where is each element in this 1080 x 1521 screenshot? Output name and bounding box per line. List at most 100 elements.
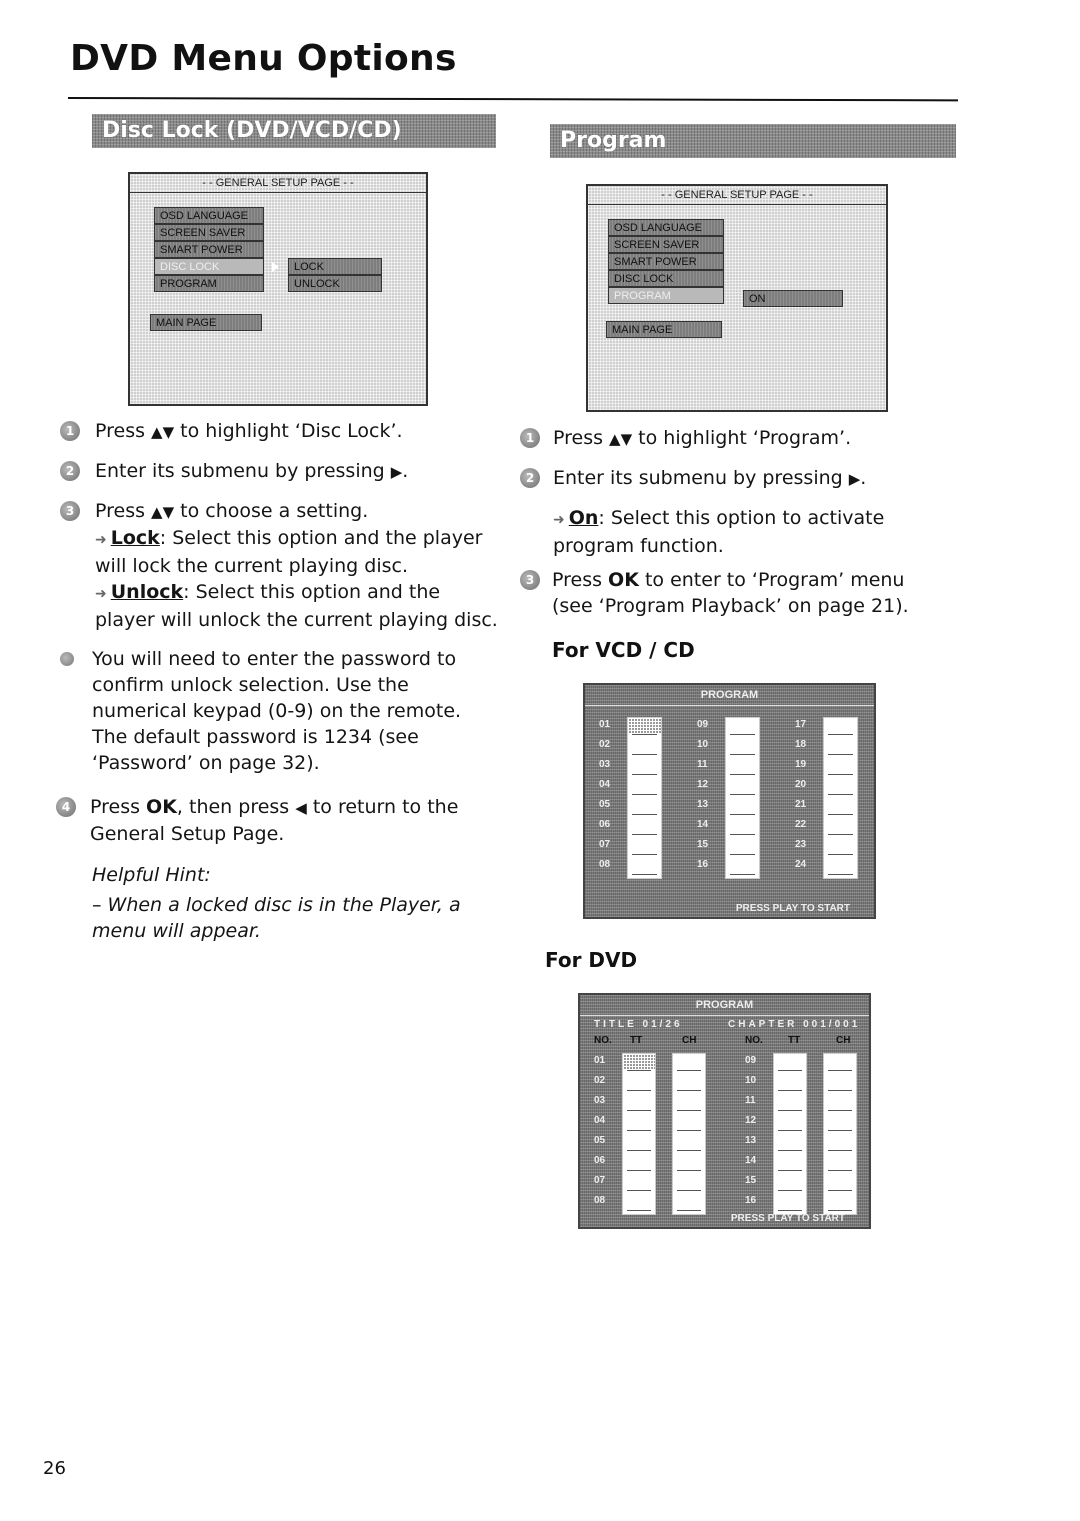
osd-item-main-page[interactable]: MAIN PAGE — [150, 314, 262, 331]
track-number: 03 — [599, 759, 611, 770]
step-number-icon: 1 — [60, 421, 80, 441]
slot-entry-line — [677, 1150, 701, 1151]
slot-entry-line — [677, 1090, 701, 1091]
up-down-arrow-icon: ▲▼ — [609, 430, 633, 448]
program-slot-column[interactable] — [725, 717, 760, 879]
osd-item-screen-saver[interactable]: SCREEN SAVER — [608, 236, 724, 253]
program-screen-footer: PRESS PLAY TO START — [730, 1213, 845, 1224]
track-number: 05 — [599, 799, 611, 810]
osd-item-osd-language[interactable]: OSD LANGUAGE — [154, 207, 264, 224]
slot-entry-line — [778, 1090, 802, 1091]
slot-entry-line — [730, 834, 755, 835]
track-number: 11 — [745, 1095, 756, 1106]
track-number: 01 — [599, 719, 611, 730]
step-text: Enter its submenu by pressing — [553, 467, 849, 489]
option-on-label: On — [568, 507, 599, 529]
slot-entry-line — [730, 794, 755, 795]
left-arrow-icon: ◀ — [295, 799, 307, 817]
step-text: , then press — [176, 796, 296, 818]
osd-item-smart-power[interactable]: SMART POWER — [608, 253, 724, 270]
slot-entry-line — [730, 774, 755, 775]
osd-submenu: ON — [743, 290, 843, 307]
step-2: 2 Enter its submenu by pressing ▶. — [60, 458, 500, 485]
osd-item-main-page[interactable]: MAIN PAGE — [606, 321, 722, 338]
track-number: 01 — [594, 1055, 606, 1066]
program-slot-column[interactable] — [823, 717, 858, 879]
osd-item-osd-language[interactable]: OSD LANGUAGE — [608, 219, 724, 236]
step-number-icon: 4 — [56, 797, 76, 817]
option-on: ➜ On: Select this option to activate prog… — [553, 505, 933, 559]
up-down-arrow-icon: ▲▼ — [151, 423, 175, 441]
slot-entry-line — [632, 774, 657, 775]
step-3: 3 Press ▲▼ to choose a setting. ➜ Lock: S… — [60, 498, 500, 633]
step-number-icon: 1 — [520, 428, 540, 448]
slot-entry-line — [730, 874, 755, 875]
track-number: 14 — [745, 1155, 757, 1166]
slot-entry-line — [632, 734, 657, 735]
track-number: 16 — [697, 859, 709, 870]
slot-entry-line — [828, 1070, 852, 1071]
ok-key-label: OK — [146, 796, 177, 818]
result-arrow-icon: ➜ — [95, 532, 107, 548]
osd-subitem-on[interactable]: ON — [743, 290, 843, 307]
osd-item-disc-lock[interactable]: DISC LOCK — [154, 258, 264, 275]
slot-entry-line — [677, 1210, 701, 1211]
osd-menu: OSD LANGUAGE SCREEN SAVER SMART POWER DI… — [154, 207, 264, 292]
track-number: 04 — [599, 779, 611, 790]
track-number: 19 — [795, 759, 807, 770]
slot-entry-line — [828, 834, 853, 835]
slot-entry-line — [828, 1190, 852, 1191]
slot-entry-line — [828, 854, 853, 855]
osd-item-program[interactable]: PROGRAM — [154, 275, 264, 292]
track-number: 14 — [697, 819, 709, 830]
slot-entry-line — [778, 1110, 802, 1111]
track-number: 08 — [594, 1195, 606, 1206]
track-number: 24 — [795, 859, 807, 870]
selection-cursor — [623, 1054, 655, 1070]
track-number: 23 — [795, 839, 807, 850]
track-number: 17 — [795, 719, 807, 730]
right-arrow-icon: ▶ — [848, 470, 861, 488]
osd-subitem-unlock[interactable]: UNLOCK — [288, 275, 382, 292]
track-number: 07 — [594, 1175, 606, 1186]
step-text: Press — [95, 500, 152, 522]
program-slot-column[interactable] — [823, 1053, 857, 1215]
title-divider — [67, 97, 958, 102]
track-number: 09 — [745, 1055, 757, 1066]
step-number-icon: 3 — [60, 501, 80, 521]
program-slot-column[interactable] — [627, 717, 662, 879]
slot-entry-line — [828, 774, 853, 775]
step-text: to highlight ‘Disc Lock’. — [174, 420, 403, 442]
dvd-heading: For DVD — [545, 948, 638, 972]
slot-entry-line — [632, 794, 657, 795]
slot-entry-line — [828, 1210, 852, 1211]
osd-general-setup-disc-lock: - - GENERAL SETUP PAGE - - OSD LANGUAGE … — [128, 172, 428, 406]
slot-entry-line — [778, 1190, 802, 1191]
osd-main-page-container: MAIN PAGE — [606, 321, 722, 338]
program-slot-column[interactable] — [622, 1053, 656, 1215]
osd-menu: OSD LANGUAGE SCREEN SAVER SMART POWER DI… — [608, 219, 724, 304]
osd-item-smart-power[interactable]: SMART POWER — [154, 241, 264, 258]
step-text: to choose a setting. — [174, 500, 369, 522]
track-number: 05 — [594, 1135, 606, 1146]
slot-entry-line — [828, 1170, 852, 1171]
osd-subitem-lock[interactable]: LOCK — [288, 258, 382, 275]
slot-entry-line — [632, 854, 657, 855]
step-3: 3 Press OK to enter to ‘Program’ menu (s… — [520, 567, 940, 619]
osd-item-disc-lock[interactable]: DISC LOCK — [608, 270, 724, 287]
page-title: DVD Menu Options — [70, 38, 457, 79]
slot-entry-line — [828, 1110, 852, 1111]
program-slot-column[interactable] — [773, 1053, 807, 1215]
program-screen-header: PROGRAM — [585, 685, 874, 706]
step-number-icon: 2 — [520, 468, 540, 488]
step-text: Press — [90, 796, 147, 818]
osd-item-screen-saver[interactable]: SCREEN SAVER — [154, 224, 264, 241]
program-slot-column[interactable] — [672, 1053, 706, 1215]
result-arrow-icon: ➜ — [95, 586, 107, 602]
step-text: Press — [552, 569, 609, 591]
track-number: 12 — [745, 1115, 757, 1126]
slot-entry-line — [627, 1070, 651, 1071]
osd-header: - - GENERAL SETUP PAGE - - — [130, 174, 426, 193]
col-header-ch: CH — [682, 1035, 697, 1046]
osd-item-program[interactable]: PROGRAM — [608, 287, 724, 304]
